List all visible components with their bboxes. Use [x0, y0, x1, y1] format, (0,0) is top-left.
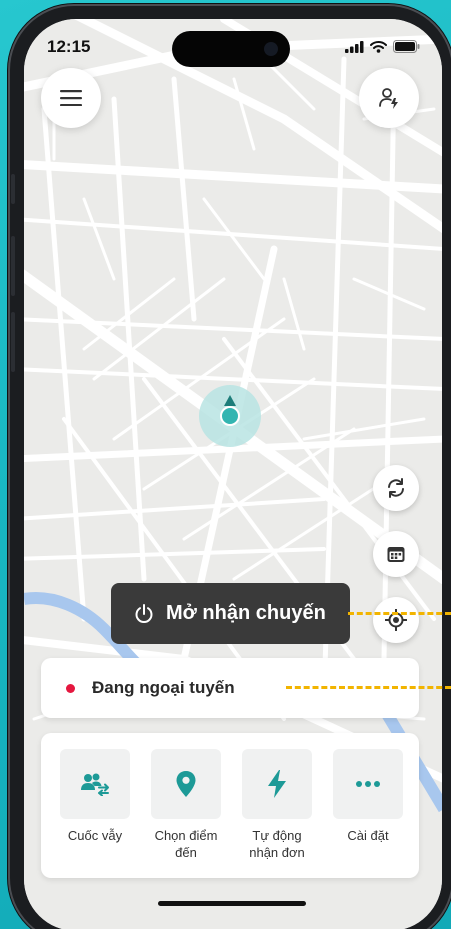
annotation-line-status: [286, 686, 451, 689]
menu-button[interactable]: [41, 68, 101, 128]
action-settings[interactable]: Cài đặt: [332, 749, 404, 844]
refresh-icon: [388, 478, 404, 498]
action-label: Cuốc vẫy: [67, 828, 123, 843]
battery-icon: [393, 40, 420, 53]
volume-up-button: [11, 236, 15, 296]
calendar-icon: [387, 547, 405, 562]
go-online-button[interactable]: Mở nhận chuyến: [111, 583, 350, 644]
action-tile: [242, 749, 312, 819]
app-screen: 12:15 Mở nhận chuyến Đang ngoại tuyến Cu…: [24, 19, 442, 929]
recenter-location-button[interactable]: [373, 597, 419, 643]
driver-status-button[interactable]: [359, 68, 419, 128]
go-online-label: Mở nhận chuyến: [166, 602, 326, 624]
action-label: Cài đặt: [347, 828, 389, 843]
calendar-button[interactable]: [373, 531, 419, 577]
status-time: 12:15: [47, 37, 91, 56]
map-pin-icon: [176, 771, 196, 797]
status-bar: 12:15: [24, 19, 442, 73]
action-label: Tự động nhận đơn: [249, 828, 305, 860]
action-label: Chọn điểm đến: [154, 828, 218, 860]
home-indicator: [158, 901, 306, 906]
offline-status-dot: [66, 683, 75, 693]
action-auto-accept[interactable]: Tự động nhận đơn: [241, 749, 313, 861]
users-swap-icon: [81, 773, 109, 796]
current-location-marker: [220, 406, 240, 426]
action-street-hail[interactable]: Cuốc vẫy: [59, 749, 131, 844]
lightning-icon: [268, 770, 286, 798]
annotation-line-toggle: [348, 612, 451, 615]
refresh-button[interactable]: [373, 465, 419, 511]
mute-switch: [11, 174, 15, 204]
more-dots-icon: [356, 781, 380, 787]
action-tile: [151, 749, 221, 819]
action-tile: [60, 749, 130, 819]
quick-actions-panel: Cuốc vẫy Chọn điểm đến Tự động nhận đơn: [41, 733, 419, 878]
user-lightning-icon: [379, 88, 398, 109]
dynamic-island: [172, 31, 290, 67]
status-icons: [345, 40, 420, 53]
volume-down-button: [11, 312, 15, 372]
power-icon: [135, 603, 153, 623]
driver-status-text: Đang ngoại tuyến: [92, 678, 235, 697]
cellular-signal-icon: [345, 40, 364, 53]
wifi-icon: [370, 40, 387, 53]
hamburger-menu-icon: [60, 90, 82, 106]
action-tile: [333, 749, 403, 819]
action-choose-destination[interactable]: Chọn điểm đến: [150, 749, 222, 861]
